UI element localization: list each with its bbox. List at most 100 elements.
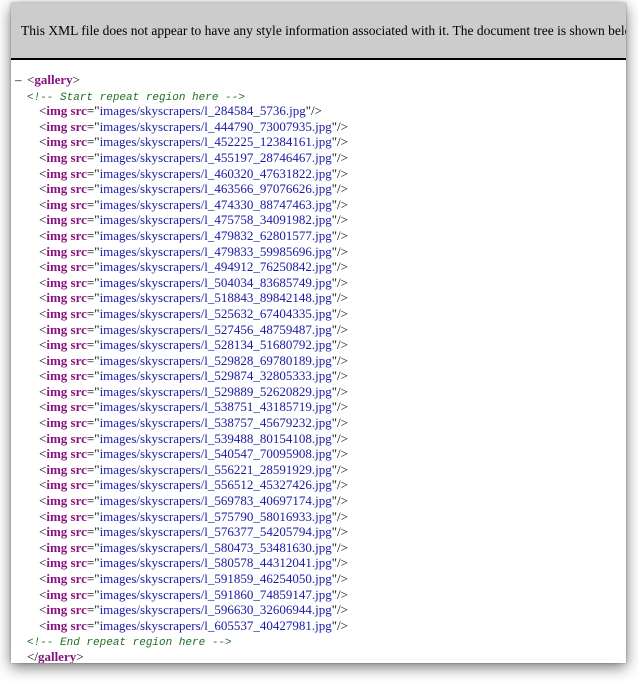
src-attribute-value: images/skyscrapers/l_455197_28746467.jpg [99,149,332,165]
src-attribute-name: src [70,461,87,477]
src-attribute-value: images/skyscrapers/l_444790_73007935.jpg [99,118,332,134]
src-attribute-value: images/skyscrapers/l_528134_51680792.jpg [99,337,332,353]
img-element-line: <img src="images/skyscrapers/l_463566_97… [39,181,348,197]
img-tag: img [46,212,68,228]
img-element-line: <img src="images/skyscrapers/l_529889_52… [39,383,348,399]
img-element-line: <img src="images/skyscrapers/l_569783_40… [39,493,348,509]
src-attribute-name: src [70,181,87,197]
img-element-line: <img src="images/skyscrapers/l_479832_62… [39,227,348,243]
src-attribute-value: images/skyscrapers/l_525632_67404335.jpg [99,305,332,321]
src-attribute-value: images/skyscrapers/l_527456_48759487.jpg [99,321,332,337]
img-tag: img [46,196,68,212]
src-attribute-name: src [70,134,87,150]
src-attribute-value: images/skyscrapers/l_580578_44312041.jpg [99,555,332,571]
src-attribute-value: images/skyscrapers/l_556512_45327426.jpg [99,477,332,493]
img-element-line: <img src="images/skyscrapers/l_556221_28… [39,461,348,477]
src-attribute-name: src [70,259,87,275]
img-tag: img [46,134,68,150]
img-tag: img [46,149,68,165]
src-attribute-name: src [70,508,87,524]
src-attribute-value: images/skyscrapers/l_284584_5736.jpg [99,103,306,119]
xml-document-tree: – <gallery> <!-- Start repeat region here… [11,60,626,663]
img-element-line: <img src="images/skyscrapers/l_504034_83… [39,274,348,290]
src-attribute-name: src [70,290,87,306]
src-attribute-name: src [70,196,87,212]
img-tag: img [46,586,68,602]
img-tag: img [46,103,68,119]
src-attribute-name: src [70,446,87,462]
img-tag: img [46,368,68,384]
img-tag: img [46,524,68,540]
img-element-line: <img src="images/skyscrapers/l_455197_28… [39,149,348,165]
src-attribute-name: src [70,602,87,618]
src-attribute-value: images/skyscrapers/l_529889_52620829.jpg [99,383,332,399]
src-attribute-name: src [70,571,87,586]
img-tag: img [46,493,68,509]
img-element-line: <img src="images/skyscrapers/l_452225_12… [39,134,348,150]
root-close-tag: gallery [37,648,77,663]
img-element-line: <img src="images/skyscrapers/l_527456_48… [39,321,348,337]
info-banner: This XML file does not appear to have an… [11,3,626,60]
img-element-line: <img src="images/skyscrapers/l_444790_73… [39,118,348,134]
img-tag: img [46,321,68,337]
img-tag: img [46,539,68,555]
src-attribute-name: src [70,617,87,633]
comment-start: <!-- Start repeat region here --> [27,91,245,104]
src-attribute-value: images/skyscrapers/l_518843_89842148.jpg [99,290,332,306]
img-tag: img [46,274,68,290]
src-attribute-name: src [70,493,87,509]
img-tag: img [46,259,68,275]
src-attribute-name: src [70,430,87,446]
img-tag: img [46,399,68,415]
collapse-toggle[interactable]: – [15,72,27,88]
comment-start-line: <!-- Start repeat region here --> [15,88,626,104]
comment-end: <!-- End repeat region here --> [27,637,232,650]
img-tag: img [46,165,68,181]
src-attribute-value: images/skyscrapers/l_538751_43185719.jpg [99,399,332,415]
src-attribute-name: src [70,305,87,321]
src-attribute-value: images/skyscrapers/l_605537_40427981.jpg [99,617,332,633]
root-open-line: – <gallery> [15,72,80,88]
img-element-line: <img src="images/skyscrapers/l_539488_80… [39,430,348,446]
xml-viewer-window: This XML file does not appear to have an… [11,3,626,663]
img-element-line: <img src="images/skyscrapers/l_284584_57… [39,103,322,119]
src-attribute-name: src [70,212,87,228]
img-element-line: <img src="images/skyscrapers/l_529828_69… [39,352,348,368]
img-tag: img [46,461,68,477]
img-element-line: <img src="images/skyscrapers/l_556512_45… [39,477,348,493]
src-attribute-value: images/skyscrapers/l_591859_46254050.jpg [99,571,332,586]
info-message: This XML file does not appear to have an… [21,22,626,38]
img-tag: img [46,508,68,524]
src-attribute-name: src [70,524,87,540]
img-tag: img [46,415,68,431]
img-element-line: <img src="images/skyscrapers/l_460320_47… [39,165,348,181]
img-element-line: <img src="images/skyscrapers/l_525632_67… [39,305,348,321]
src-attribute-value: images/skyscrapers/l_580473_53481630.jpg [99,539,332,555]
src-attribute-name: src [70,118,87,134]
img-element-line: <img src="images/skyscrapers/l_479833_59… [39,243,348,259]
img-tag: img [46,430,68,446]
src-attribute-name: src [70,227,87,243]
img-element-line: <img src="images/skyscrapers/l_591860_74… [39,586,348,602]
img-tag: img [46,181,68,197]
src-attribute-value: images/skyscrapers/l_538757_45679232.jpg [99,415,332,431]
img-tag: img [46,227,68,243]
src-attribute-name: src [70,539,87,555]
img-element-list: <img src="images/skyscrapers/l_284584_57… [15,103,626,633]
img-tag: img [46,118,68,134]
src-attribute-value: images/skyscrapers/l_479832_62801577.jpg [99,227,332,243]
src-attribute-value: images/skyscrapers/l_540547_70095908.jpg [99,446,332,462]
img-tag: img [46,337,68,353]
img-element-line: <img src="images/skyscrapers/l_529874_32… [39,368,348,384]
src-attribute-value: images/skyscrapers/l_539488_80154108.jpg [99,430,332,446]
img-tag: img [46,555,68,571]
img-tag: img [46,352,68,368]
img-element-line: <img src="images/skyscrapers/l_591859_46… [39,571,348,586]
img-tag: img [46,602,68,618]
img-element-line: <img src="images/skyscrapers/l_528134_51… [39,337,348,353]
img-element-line: <img src="images/skyscrapers/l_596630_32… [39,602,348,618]
src-attribute-name: src [70,243,87,259]
src-attribute-name: src [70,368,87,384]
img-tag: img [46,290,68,306]
img-element-line: <img src="images/skyscrapers/l_540547_70… [39,446,348,462]
